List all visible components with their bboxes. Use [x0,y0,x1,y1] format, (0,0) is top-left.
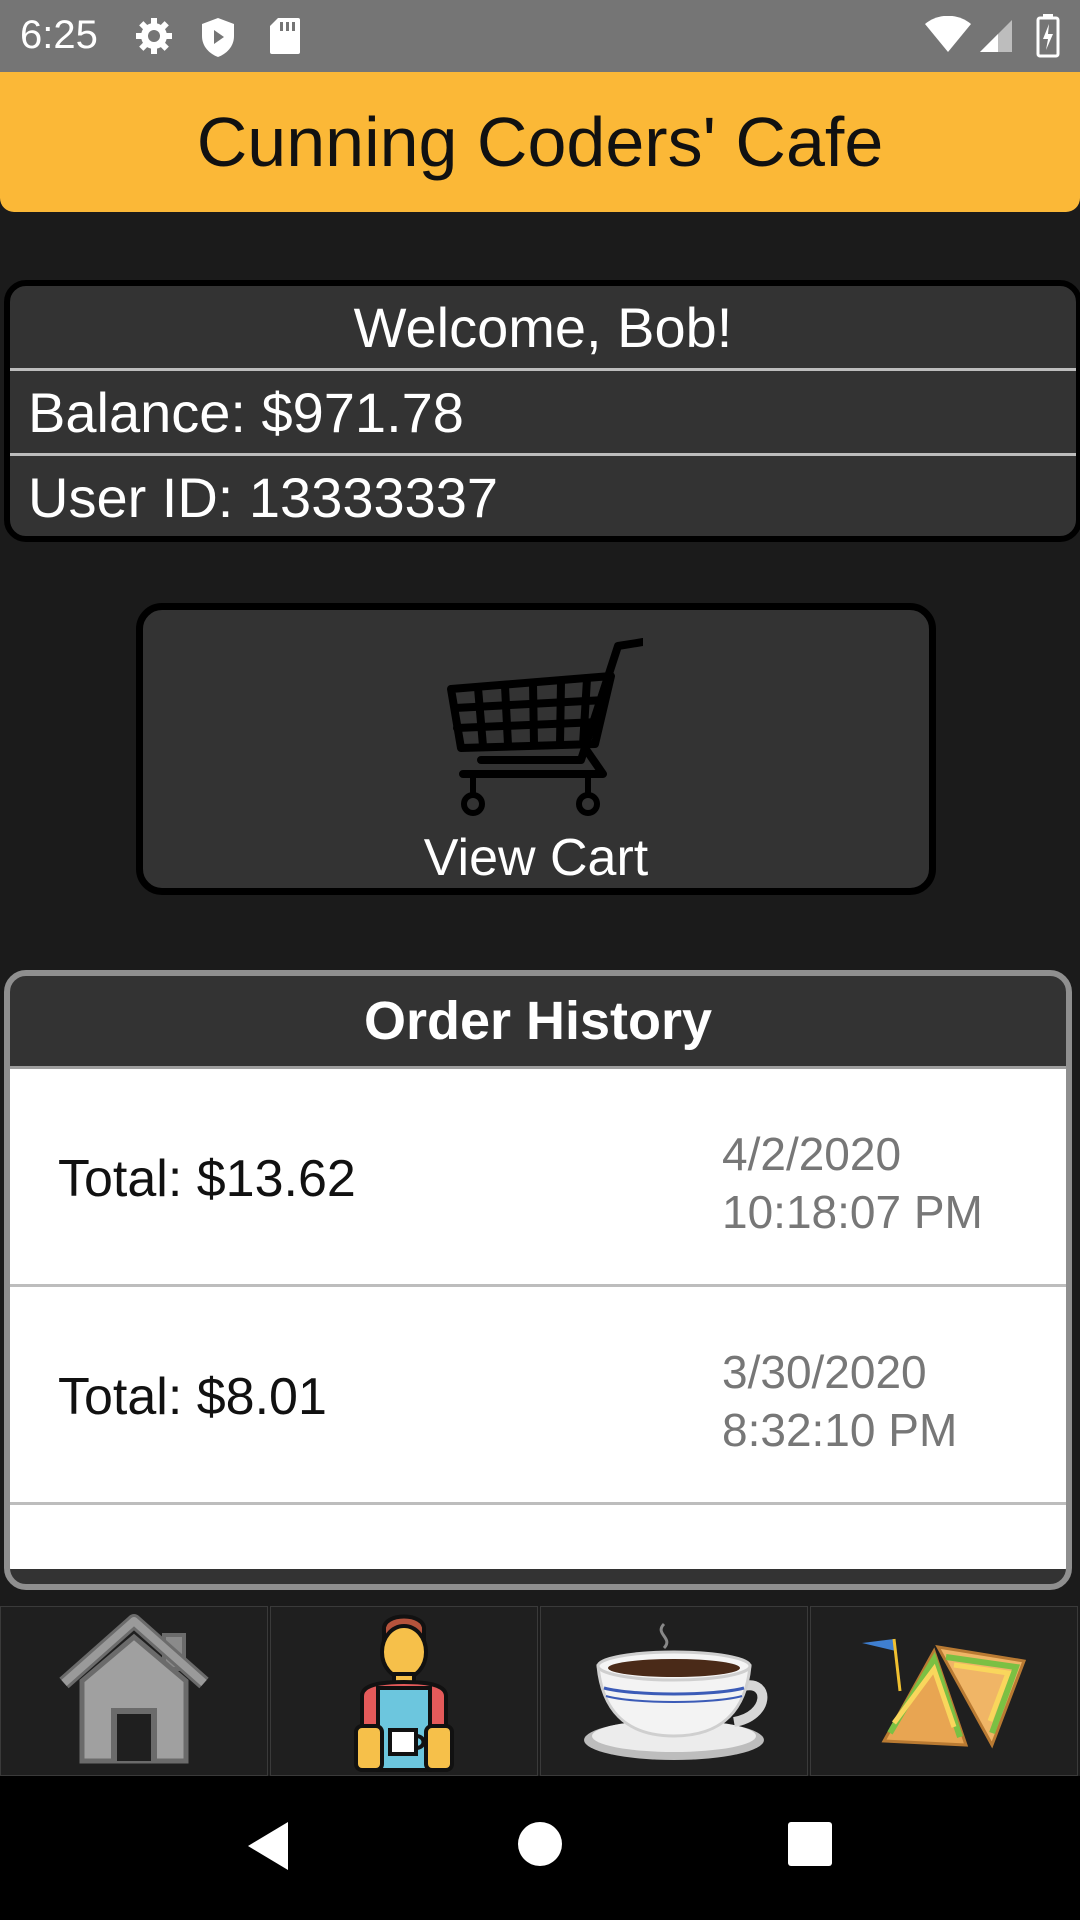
order-item[interactable]: Total: $8.01 3/30/2020 8:32:10 PM [10,1287,1066,1505]
tab-home[interactable] [0,1606,268,1776]
bottom-nav [0,1606,1080,1776]
order-datetime: 3/30/2020 8:32:10 PM [722,1343,957,1459]
view-cart-button[interactable]: View Cart [136,603,936,895]
status-bar: 6:25 [0,0,1080,72]
user-info-card: Welcome, Bob! Balance: $971.78 User ID: … [4,280,1080,542]
app-header: Cunning Coders' Cafe [0,72,1080,212]
order-history-title: Order History [10,976,1066,1069]
battery-icon [1036,14,1060,58]
status-time: 6:25 [20,13,98,57]
barista-icon [354,1614,454,1772]
tab-sandwich[interactable] [810,1606,1078,1776]
sd-card-icon [270,18,300,54]
welcome-text: Welcome, Bob! [353,295,733,359]
back-icon[interactable] [244,1820,292,1872]
shopping-cart-icon [447,638,643,816]
tab-barista[interactable] [270,1606,538,1776]
gear-icon [136,18,172,54]
balance-text: Balance: $971.78 [28,380,464,444]
wifi-icon [925,16,971,52]
order-total: Total: $8.01 [58,1368,327,1426]
app-title: Cunning Coders' Cafe [196,103,884,181]
balance-row: Balance: $971.78 [10,371,1076,456]
order-total: Total: $13.62 [58,1150,356,1208]
user-id-row: User ID: 13333337 [10,456,1076,536]
view-cart-label: View Cart [423,829,649,887]
order-time: 10:18:07 PM [722,1186,983,1238]
welcome-row: Welcome, Bob! [10,286,1076,371]
order-date: 4/2/2020 [722,1128,902,1180]
coffee-cup-icon [584,1622,768,1760]
shield-icon [202,18,234,57]
order-history-panel: Order History Total: $13.62 4/2/2020 10:… [4,970,1072,1590]
order-date: 3/30/2020 [722,1346,927,1398]
house-icon [59,1614,209,1764]
user-id-text: User ID: 13333337 [28,465,499,529]
system-nav-bar [0,1776,1080,1920]
tab-coffee[interactable] [540,1606,808,1776]
order-datetime: 4/2/2020 10:18:07 PM [722,1125,983,1241]
order-time: 8:32:10 PM [722,1404,958,1456]
home-circle-icon[interactable] [516,1820,564,1868]
recents-icon[interactable] [786,1820,834,1868]
signal-icon [980,20,1012,52]
sandwich-icon [862,1638,1027,1749]
order-list[interactable]: Total: $13.62 4/2/2020 10:18:07 PM Total… [10,1069,1066,1569]
order-item[interactable]: Total: $13.62 4/2/2020 10:18:07 PM [10,1069,1066,1287]
